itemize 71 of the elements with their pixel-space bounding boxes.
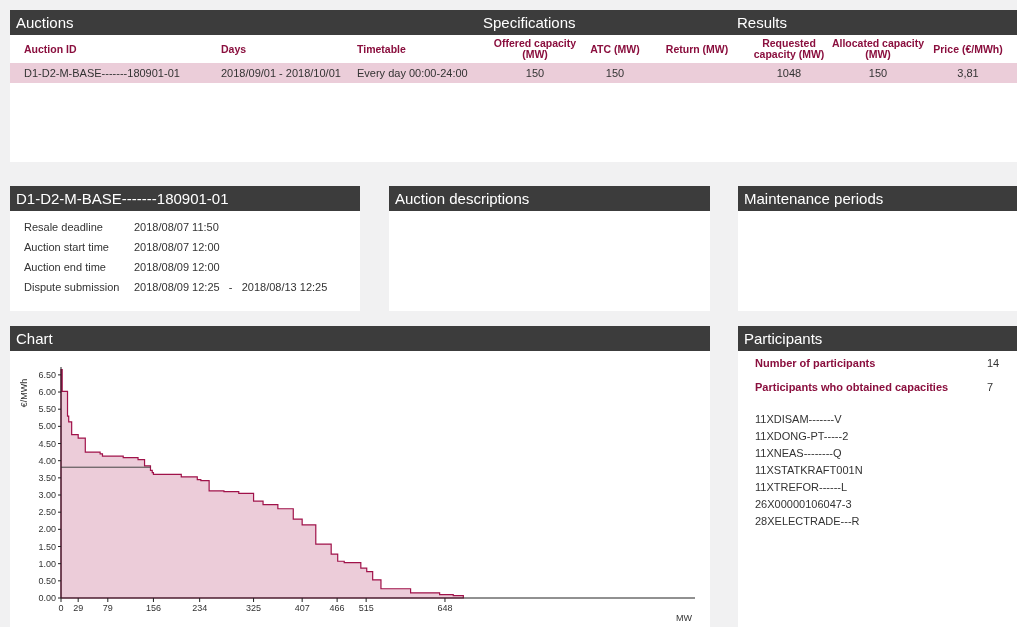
x-tick-label: 0 bbox=[58, 603, 64, 613]
y-tick-label: 2.00 bbox=[38, 524, 56, 535]
x-tick-label: 407 bbox=[294, 603, 310, 613]
y-tick-label: 1.00 bbox=[38, 558, 56, 569]
detail-value: 2018/08/09 12:25 - 2018/08/13 12:25 bbox=[134, 281, 329, 293]
panel-title: Participants bbox=[738, 326, 1017, 351]
table-cell-text: 150 bbox=[524, 67, 546, 79]
table-cell-text: 150 bbox=[604, 67, 626, 79]
group-header: Results bbox=[737, 14, 788, 31]
stat-value: 14 bbox=[987, 357, 1001, 369]
detail-label: Auction start time bbox=[24, 241, 110, 253]
table-cell-text: 3,81 bbox=[956, 67, 980, 79]
group-header: Specifications bbox=[483, 14, 577, 31]
column-header: Auction ID bbox=[24, 43, 78, 55]
participant-code: 11XDISAM-------V bbox=[755, 413, 843, 425]
y-tick-label: 5.50 bbox=[38, 404, 56, 415]
detail-value: 2018/08/07 12:00 bbox=[134, 241, 221, 253]
panel-title: Chart bbox=[10, 326, 710, 351]
y-tick-label: 0.00 bbox=[38, 593, 56, 603]
x-tick-label: 648 bbox=[437, 603, 453, 613]
table-cell-text: 1048 bbox=[775, 67, 803, 79]
y-tick-label: 3.50 bbox=[38, 472, 56, 483]
table-row[interactable]: D1-D2-M-BASE-------180901-01 2018/09/01 - 2018/10/01 Every day 00:00-24:00 150 150 1048 150 3,81 bbox=[10, 63, 1017, 83]
participant-code: 26X00000106047-3 bbox=[755, 498, 853, 510]
column-header: ATC (MW) bbox=[589, 43, 641, 55]
participant-code: 11XNEAS--------Q bbox=[755, 447, 843, 459]
table-cell-text: D1-D2-M-BASE-------180901-01 bbox=[24, 67, 181, 79]
table-cell-text: 150 bbox=[867, 67, 889, 79]
y-axis-label: €/MWh bbox=[19, 378, 29, 408]
detail-value: 2018/08/07 11:50 bbox=[134, 221, 220, 233]
x-tick-label: 234 bbox=[192, 603, 208, 613]
detail-label: Resale deadline bbox=[24, 221, 104, 233]
participant-code: 11XDONG-PT-----2 bbox=[755, 430, 850, 442]
stat-label: Participants who obtained capacities bbox=[755, 381, 950, 393]
x-tick-label: 156 bbox=[145, 603, 161, 613]
column-header: Timetable bbox=[357, 43, 407, 55]
participant-code: 11XTREFOR------L bbox=[755, 481, 849, 493]
x-tick-label: 466 bbox=[329, 603, 345, 613]
detail-label: Auction end time bbox=[24, 261, 107, 273]
detail-value: 2018/08/09 12:00 bbox=[134, 261, 221, 273]
y-tick-label: 5.00 bbox=[38, 421, 56, 432]
x-tick-label: 515 bbox=[358, 603, 374, 613]
panel-title: Auction descriptions bbox=[389, 186, 710, 211]
x-tick-label: 29 bbox=[73, 603, 84, 613]
column-header: Return (MW) bbox=[664, 43, 730, 55]
y-tick-label: 4.00 bbox=[38, 455, 56, 466]
y-tick-label: 3.00 bbox=[38, 490, 56, 500]
column-header: Days bbox=[221, 43, 248, 55]
panel-title: D1-D2-M-BASE-------180901-01 bbox=[10, 186, 360, 211]
stat-value: 7 bbox=[987, 381, 995, 393]
column-header: Allocated capacity (MW) bbox=[830, 38, 926, 60]
x-axis-label: MW bbox=[676, 613, 692, 623]
detail-label: Dispute submission bbox=[24, 281, 121, 293]
y-tick-label: 4.50 bbox=[38, 438, 56, 449]
panel-title: Auctions bbox=[15, 14, 75, 31]
y-tick-label: 6.00 bbox=[38, 387, 56, 398]
y-tick-label: 2.50 bbox=[38, 507, 56, 518]
panel-title: Maintenance periods bbox=[738, 186, 1017, 211]
x-tick-label: 79 bbox=[102, 603, 113, 613]
participant-code: 28XELECTRADE---R bbox=[755, 515, 861, 527]
y-tick-label: 6.50 bbox=[38, 369, 56, 380]
stat-label: Number of participants bbox=[755, 357, 877, 369]
x-tick-label: 325 bbox=[246, 603, 262, 613]
y-tick-label: 0.50 bbox=[38, 575, 56, 586]
column-header: Offered capacity (MW) bbox=[492, 38, 578, 60]
column-header: Price (€/MWh) bbox=[932, 43, 1004, 55]
y-tick-label: 1.50 bbox=[38, 541, 56, 552]
table-cell-text: 2018/09/01 - 2018/10/01 bbox=[221, 67, 342, 79]
participant-code: 11XSTATKRAFT001N bbox=[755, 464, 864, 476]
table-cell-text: Every day 00:00-24:00 bbox=[357, 67, 469, 79]
column-header: Requested capacity (MW) bbox=[752, 38, 826, 60]
